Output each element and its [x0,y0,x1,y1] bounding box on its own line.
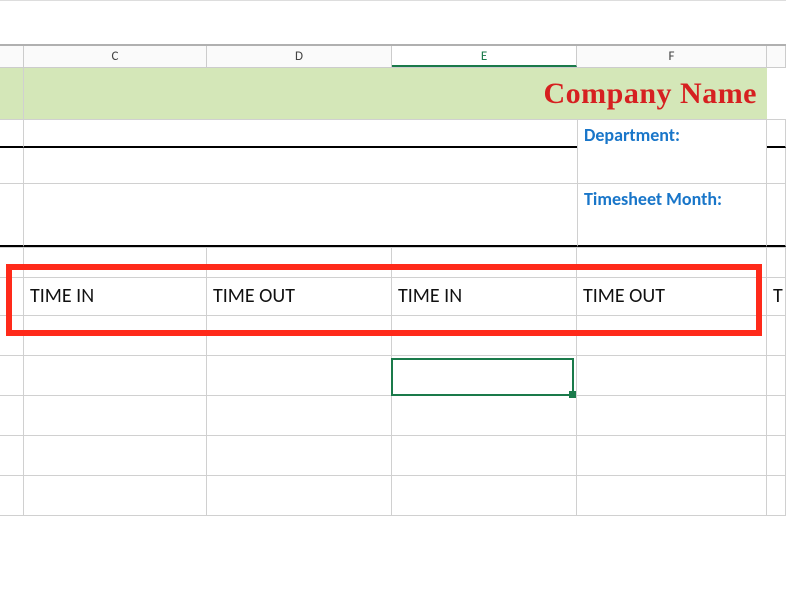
table-row [0,436,786,476]
cell[interactable] [392,148,577,183]
header-total-partial[interactable]: T [767,278,786,315]
cell[interactable] [24,476,207,515]
cell[interactable] [207,120,392,148]
cell[interactable] [392,356,577,395]
cell[interactable] [24,120,207,148]
cell[interactable] [0,356,24,395]
column-header-b-partial[interactable] [0,46,24,67]
cell[interactable] [767,356,786,395]
window-chrome-stub [0,0,786,46]
cell[interactable] [767,248,786,277]
cell-b-title[interactable] [0,68,24,119]
timesheet-month-row: Timesheet Month: [0,184,786,248]
cell[interactable] [0,278,24,315]
table-row [0,396,786,436]
company-title: Company Name [544,77,758,111]
cell[interactable] [767,148,786,183]
header-time-out-1[interactable]: TIME OUT [207,278,392,315]
cell[interactable] [0,184,24,247]
cell[interactable] [767,436,786,475]
column-header-c[interactable]: C [24,46,207,67]
column-header-d[interactable]: D [207,46,392,67]
cell[interactable] [24,316,207,355]
title-row: Company Name [0,68,786,120]
spacer-row [0,248,786,278]
cell[interactable] [577,356,767,395]
cell[interactable] [577,248,767,277]
header-time-in-2[interactable]: TIME IN [392,278,577,315]
cell[interactable] [0,396,24,435]
timesheet-month-label-cell[interactable]: Timesheet Month: [577,184,767,247]
column-header-e[interactable]: E [392,46,577,67]
table-row [0,476,786,516]
cell[interactable] [24,396,207,435]
cell[interactable] [0,316,24,355]
cell[interactable] [207,248,392,277]
cell[interactable] [0,436,24,475]
cell[interactable] [207,184,392,247]
cell[interactable] [767,316,786,355]
table-headers-row: TIME IN TIME OUT TIME IN TIME OUT T [0,278,786,316]
cell[interactable] [392,316,577,355]
cell[interactable] [767,120,786,148]
department-label-row: Department: [0,120,786,148]
selected-cell[interactable] [392,396,577,435]
cell[interactable] [207,356,392,395]
department-label: Department: [584,124,680,146]
cell[interactable] [0,248,24,277]
column-header-g-partial[interactable] [767,46,786,67]
cell[interactable] [577,396,767,435]
company-title-cell[interactable]: Company Name [24,68,767,119]
cell[interactable] [577,316,767,355]
cell[interactable] [207,148,392,183]
cell[interactable] [392,120,577,148]
cell[interactable] [767,184,786,247]
cell[interactable] [0,120,24,148]
column-headers-row: C D E F [0,46,786,68]
column-header-f[interactable]: F [577,46,767,67]
header-time-out-2[interactable]: TIME OUT [577,278,767,315]
cell[interactable] [207,436,392,475]
cell[interactable] [392,248,577,277]
department-value-cell[interactable] [577,148,767,183]
header-time-in-1[interactable]: TIME IN [24,278,207,315]
cell[interactable] [207,476,392,515]
department-label-cell[interactable]: Department: [577,120,767,148]
cell[interactable] [24,248,207,277]
cell[interactable] [24,436,207,475]
timesheet-month-label: Timesheet Month: [584,188,722,210]
cell[interactable] [577,476,767,515]
cell[interactable] [392,184,577,247]
cell[interactable] [0,476,24,515]
cell[interactable] [392,436,577,475]
cell[interactable] [767,396,786,435]
cell[interactable] [767,476,786,515]
cell[interactable] [207,396,392,435]
table-row [0,356,786,396]
cell[interactable] [392,476,577,515]
cell[interactable] [24,356,207,395]
table-row [0,316,786,356]
cell[interactable] [207,316,392,355]
cell[interactable] [24,148,207,183]
cell[interactable] [0,148,24,183]
cell[interactable] [577,436,767,475]
department-value-row [0,148,786,184]
spreadsheet-grid: Company Name Department: Timesheet Month… [0,68,786,516]
cell[interactable] [24,184,207,247]
